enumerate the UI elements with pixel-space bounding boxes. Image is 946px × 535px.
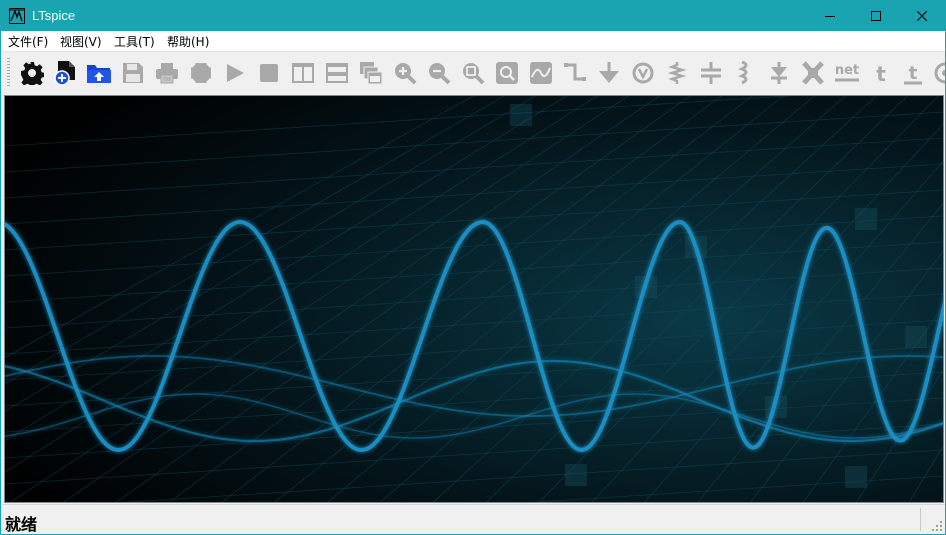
settings-button[interactable]: [19, 60, 45, 86]
spice-directive-icon: t: [904, 63, 922, 85]
tile-horizontal-icon: [326, 63, 348, 83]
voltage-source-button[interactable]: [630, 60, 656, 86]
minimize-button[interactable]: [807, 1, 853, 31]
menu-bar: 文件(F) 视图(V) 工具(T) 帮助(H): [1, 31, 945, 52]
autorange-icon: [530, 62, 552, 84]
toolbar-grip[interactable]: [7, 58, 10, 88]
draw-wire-button[interactable]: [562, 60, 588, 86]
halt-button[interactable]: [256, 60, 282, 86]
open-button[interactable]: [86, 60, 112, 86]
tile-horizontal-button[interactable]: [324, 60, 350, 86]
ground-icon: [599, 62, 619, 83]
print-icon: [156, 63, 178, 84]
inductor-button[interactable]: [732, 60, 758, 86]
zoom-in-icon: [395, 63, 417, 85]
component-button[interactable]: [800, 60, 826, 86]
app-window: LTspice 文件(F) 视图(V) 工具(T) 帮助(H) net t t …: [0, 0, 946, 534]
grid-tile: [845, 466, 867, 488]
svg-text:t: t: [876, 62, 886, 85]
title-bar[interactable]: LTspice: [1, 1, 945, 31]
component-chip-icon: [191, 63, 211, 83]
print-button[interactable]: [154, 60, 180, 86]
menu-tools[interactable]: 工具(T): [114, 33, 155, 50]
ground-button[interactable]: [596, 60, 622, 86]
close-icon: [917, 11, 927, 21]
autorange-button[interactable]: [528, 60, 554, 86]
svg-text:t: t: [909, 63, 918, 84]
status-text: 就绪: [5, 515, 38, 534]
diode-button[interactable]: [766, 60, 792, 86]
spice-directive-button[interactable]: t: [900, 60, 926, 86]
capacitor-button[interactable]: [698, 60, 724, 86]
tile-vertical-button[interactable]: [290, 60, 316, 86]
menu-help[interactable]: 帮助(H): [167, 33, 209, 50]
more-icon: [934, 62, 945, 84]
open-folder-icon: [87, 65, 111, 83]
zoom-out-icon: [429, 63, 451, 85]
canvas-background: [5, 96, 943, 502]
save-icon: [123, 63, 143, 83]
capacitor-icon: [701, 62, 721, 84]
component-icon: [802, 61, 824, 85]
zoom-full-icon: [496, 62, 518, 84]
zoom-full-button[interactable]: [494, 60, 520, 86]
grid-tile: [510, 104, 532, 126]
net-label-icon: net: [835, 63, 859, 82]
resize-grip-icon[interactable]: [931, 520, 943, 532]
maximize-button[interactable]: [853, 1, 899, 31]
waveform-background: [5, 96, 943, 502]
maximize-icon: [871, 11, 881, 21]
zoom-in-button[interactable]: [392, 60, 418, 86]
text-button[interactable]: t: [868, 60, 894, 86]
grid-tile: [855, 208, 877, 230]
window-title: LTspice: [32, 8, 76, 23]
zoom-out-button[interactable]: [426, 60, 452, 86]
minimize-icon: [825, 16, 835, 17]
zoom-fit-button[interactable]: [460, 60, 486, 86]
grid-tile: [905, 326, 927, 348]
cascade-windows-button[interactable]: [358, 60, 384, 86]
grid-tile: [565, 464, 587, 486]
resistor-button[interactable]: [664, 60, 690, 86]
resistor-icon: [667, 62, 687, 84]
menu-file[interactable]: 文件(F): [8, 33, 48, 50]
text-icon: t: [876, 62, 886, 85]
draw-wire-icon: [564, 63, 586, 81]
menu-view[interactable]: 视图(V): [60, 33, 102, 50]
net-label-button[interactable]: net: [832, 60, 862, 86]
svg-text:net: net: [835, 63, 859, 78]
save-button[interactable]: [120, 60, 146, 86]
new-schematic-button[interactable]: [53, 60, 79, 86]
more-tools-button[interactable]: [932, 60, 945, 86]
run-icon: [227, 64, 244, 82]
status-pane-divider: [920, 508, 921, 531]
halt-icon: [260, 64, 278, 82]
zoom-fit-icon: [463, 63, 485, 85]
component-chip-button[interactable]: [188, 60, 214, 86]
tile-vertical-icon: [292, 63, 314, 83]
new-schematic-icon: [54, 61, 75, 86]
diode-icon: [771, 62, 787, 84]
cascade-windows-icon: [360, 62, 383, 85]
splash-canvas: [4, 95, 944, 503]
settings-gear-icon: [21, 62, 44, 85]
close-button[interactable]: [899, 1, 945, 31]
toolbar: net t t: [1, 52, 945, 94]
voltage-source-icon: [632, 62, 654, 84]
inductor-icon: [738, 61, 748, 85]
ltspice-logo-icon: [9, 8, 25, 24]
run-button[interactable]: [222, 60, 248, 86]
status-bar: 就绪: [1, 504, 945, 534]
